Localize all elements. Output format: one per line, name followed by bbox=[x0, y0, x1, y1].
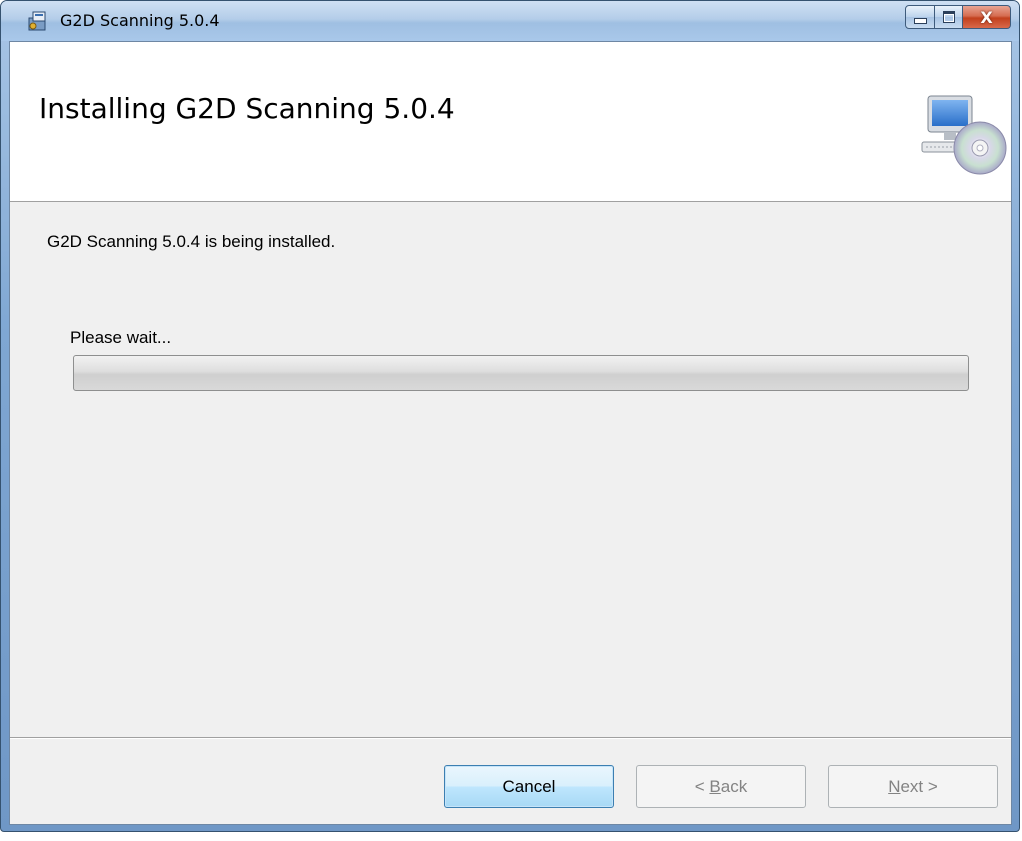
next-button[interactable]: Next > bbox=[828, 765, 998, 808]
cancel-button-label: Cancel bbox=[502, 776, 556, 796]
back-button-prefix: < bbox=[694, 776, 710, 796]
installer-app-icon bbox=[28, 11, 46, 31]
close-button[interactable]: X bbox=[963, 5, 1011, 29]
header-banner: Installing G2D Scanning 5.0.4 bbox=[10, 42, 1011, 202]
computer-cd-icon bbox=[921, 95, 1007, 175]
button-area-divider bbox=[10, 737, 1011, 739]
cancel-button[interactable]: Cancel bbox=[444, 765, 614, 808]
title-bar[interactable]: G2D Scanning 5.0.4 X bbox=[1, 1, 1019, 41]
close-icon: X bbox=[980, 7, 993, 27]
installer-window: G2D Scanning 5.0.4 X Installing G2D Scan… bbox=[0, 0, 1020, 832]
page-title: Installing G2D Scanning 5.0.4 bbox=[39, 92, 455, 125]
install-status-text: G2D Scanning 5.0.4 is being installed. bbox=[47, 232, 336, 251]
minimize-icon bbox=[913, 18, 927, 24]
minimize-button[interactable] bbox=[905, 5, 935, 29]
back-button-accel: B bbox=[709, 776, 721, 796]
back-button-rest: ack bbox=[720, 776, 748, 796]
window-title: G2D Scanning 5.0.4 bbox=[60, 11, 220, 30]
please-wait-label: Please wait... bbox=[70, 328, 172, 347]
dialog-client-area: Installing G2D Scanning 5.0.4 G2D Scanni… bbox=[9, 41, 1012, 825]
maximize-button[interactable] bbox=[935, 5, 963, 29]
back-button[interactable]: < Back bbox=[636, 765, 806, 808]
install-progress-bar bbox=[73, 355, 969, 391]
next-button-accel: N bbox=[888, 776, 901, 796]
window-controls: X bbox=[905, 5, 1011, 29]
next-button-rest: ext > bbox=[900, 776, 938, 796]
maximize-icon bbox=[942, 11, 955, 23]
